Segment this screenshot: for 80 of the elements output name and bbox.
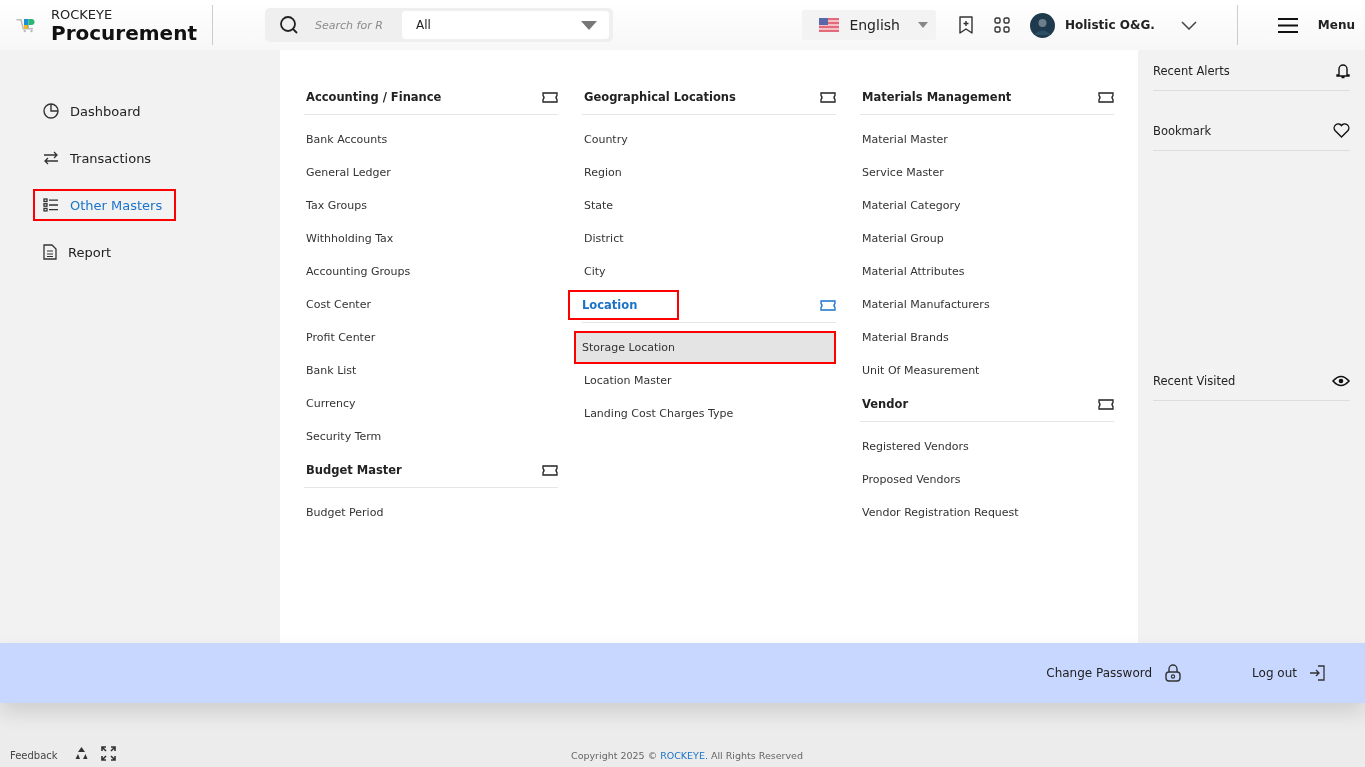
document-icon: [43, 244, 57, 260]
menu-group-title[interactable]: Budget Master: [304, 455, 434, 485]
menu-item[interactable]: Location Master: [582, 364, 836, 397]
menu-item[interactable]: Material Category: [860, 189, 1114, 222]
heart-icon[interactable]: [1333, 123, 1350, 138]
ticket-icon[interactable]: [1098, 91, 1114, 103]
copyright-text: Copyright 2025 ©: [571, 750, 658, 761]
menu-item[interactable]: Security Term: [304, 420, 558, 453]
language-dropdown[interactable]: English: [802, 10, 936, 40]
menu-group-title[interactable]: Accounting / Finance: [304, 82, 474, 112]
menu-item[interactable]: Service Master: [860, 156, 1114, 189]
logout-icon: [1309, 665, 1325, 681]
menu-button[interactable]: Menu: [1237, 17, 1365, 33]
list-icon: [43, 198, 59, 212]
change-password-button[interactable]: Change Password: [1046, 664, 1183, 682]
menu-item[interactable]: Country: [582, 123, 836, 156]
ticket-icon[interactable]: [542, 91, 558, 103]
menu-item[interactable]: Cost Center: [304, 288, 558, 321]
chevron-down-icon: [1180, 20, 1197, 30]
menu-item[interactable]: General Ledger: [304, 156, 558, 189]
ticket-icon[interactable]: [820, 91, 836, 103]
menu-item[interactable]: Bank Accounts: [304, 123, 558, 156]
sidebar-item[interactable]: Report: [33, 236, 122, 268]
apps-grid-icon[interactable]: [993, 17, 1010, 33]
caret-icon: [917, 22, 928, 28]
menu-icon: [1277, 17, 1298, 33]
feedback-link[interactable]: Feedback: [10, 750, 58, 761]
user-menu[interactable]: Holistic O&G.: [1029, 12, 1197, 38]
eye-icon[interactable]: [1332, 374, 1350, 387]
menu-group-title[interactable]: Materials Management: [860, 82, 1044, 112]
sidebar-item[interactable]: Other Masters: [33, 189, 177, 221]
menu-item[interactable]: District: [582, 222, 836, 255]
search-icon[interactable]: [279, 15, 299, 35]
menu-item[interactable]: Vendor Registration Request: [860, 496, 1114, 529]
menu-group-title[interactable]: Vendor: [860, 389, 941, 419]
avatar-icon: [1029, 12, 1055, 38]
bookmark-add-icon[interactable]: [957, 16, 974, 34]
sidebar-item[interactable]: Transactions: [33, 142, 162, 174]
menu-item[interactable]: Material Attributes: [860, 255, 1114, 288]
menu-item[interactable]: Bank List: [304, 354, 558, 387]
menu-item[interactable]: Tax Groups: [304, 189, 558, 222]
copyright-text: All Rights Reserved: [710, 750, 803, 761]
menu-group-title[interactable]: Geographical Locations: [582, 82, 768, 112]
menu-item[interactable]: Material Brands: [860, 321, 1114, 354]
pie-chart-icon: [43, 103, 59, 119]
caret-icon: [581, 20, 597, 30]
ticket-icon[interactable]: [542, 464, 558, 476]
fullscreen-icon[interactable]: [100, 746, 116, 761]
sidebar-item[interactable]: Dashboard: [33, 95, 151, 127]
menu-item[interactable]: Material Manufacturers: [860, 288, 1114, 321]
menu-item[interactable]: Storage Location: [574, 331, 836, 364]
menu-item[interactable]: City: [582, 255, 836, 288]
menu-item[interactable]: Currency: [304, 387, 558, 420]
menu-item[interactable]: Accounting Groups: [304, 255, 558, 288]
menu-item[interactable]: Withholding Tax: [304, 222, 558, 255]
menu-item[interactable]: Material Group: [860, 222, 1114, 255]
menu-item[interactable]: Region: [582, 156, 836, 189]
scope-dropdown[interactable]: All: [402, 11, 609, 39]
menu-item[interactable]: Profit Center: [304, 321, 558, 354]
menu-item[interactable]: Unit Of Measurement: [860, 354, 1114, 387]
panel-title: Recent Visited: [1153, 373, 1236, 388]
search-field[interactable]: Search for R: [313, 17, 402, 33]
panel-title: Bookmark: [1153, 123, 1212, 138]
bell-icon[interactable]: [1336, 62, 1350, 79]
brand-name: ROCKEYE: [51, 7, 114, 21]
menu-group-title[interactable]: Location: [568, 290, 680, 320]
flag-icon: [819, 18, 840, 32]
menu-item[interactable]: Registered Vendors: [860, 430, 1114, 463]
logout-button[interactable]: Log out: [1252, 665, 1325, 681]
menu-item[interactable]: State: [582, 189, 836, 222]
lock-icon: [1164, 664, 1183, 682]
menu-item[interactable]: Proposed Vendors: [860, 463, 1114, 496]
product-name: Procurement: [51, 22, 197, 43]
menu-item[interactable]: Landing Cost Charges Type: [582, 397, 836, 430]
ticket-icon[interactable]: [1098, 398, 1114, 410]
swap-arrows-icon: [43, 150, 59, 166]
panel-title: Recent Alerts: [1153, 63, 1230, 78]
menu-item[interactable]: Budget Period: [304, 496, 558, 529]
copyright-link[interactable]: ROCKEYE.: [660, 750, 708, 761]
menu-item[interactable]: Material Master: [860, 123, 1114, 156]
